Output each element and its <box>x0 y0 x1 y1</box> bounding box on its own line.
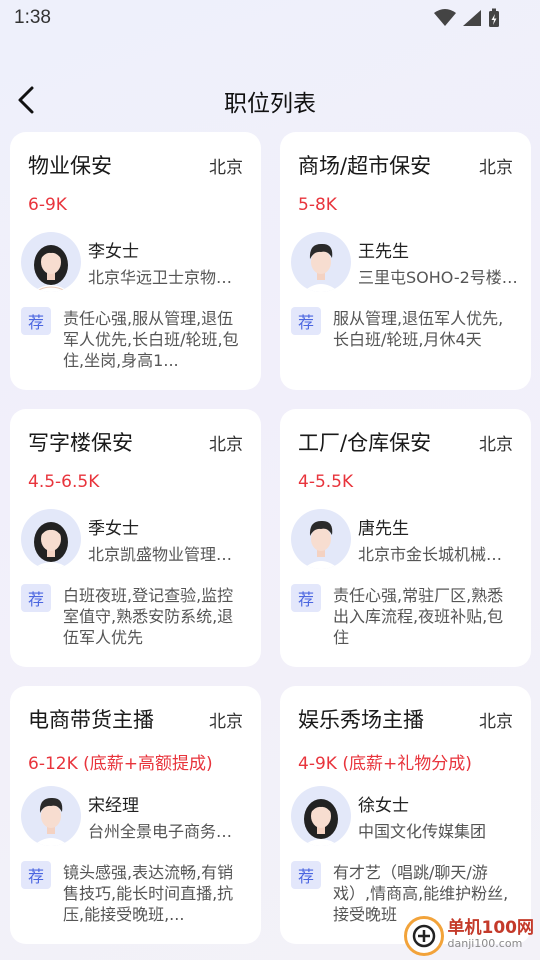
male-avatar-icon <box>303 520 339 569</box>
company-name: 北京市金长城机械有限公司 <box>358 545 518 564</box>
job-description: 镜头感强,表达流畅,有销售技巧,能长时间直播,抗压,能接受晚班,... <box>63 863 234 924</box>
watermark-text: 单机100网 danji100.com <box>448 920 535 952</box>
avatar-female <box>291 786 351 846</box>
status-icons <box>434 8 500 28</box>
watermark-name: 单机100网 <box>447 918 535 938</box>
job-city: 北京 <box>209 712 243 732</box>
job-city: 北京 <box>479 712 513 732</box>
status-time: 1:38 <box>14 7 51 28</box>
watermark-logo-icon <box>403 916 444 956</box>
avatar-male <box>291 509 351 569</box>
job-city: 北京 <box>479 435 513 455</box>
job-description: 责任心强,常驻厂区,熟悉出入库流程,夜班补贴,包住 <box>333 586 504 647</box>
job-title: 工厂/仓库保安 <box>298 431 432 455</box>
recommend-tag: 荐 <box>21 861 51 889</box>
job-description: 服从管理,退伍军人优先,长白班/轮班,月休4天 <box>333 309 504 349</box>
job-city: 北京 <box>209 435 243 455</box>
job-city: 北京 <box>209 158 243 178</box>
battery-icon <box>489 8 499 27</box>
job-card[interactable]: 商场/超市保安 北京 5-8K 王先生 三里屯SOHO-2号楼物业 荐 服从管理… <box>280 132 531 390</box>
contact-name: 季女士 <box>88 519 139 539</box>
job-title: 娱乐秀场主播 <box>298 708 424 732</box>
male-avatar-icon <box>303 243 339 292</box>
female-avatar-icon <box>33 245 69 292</box>
job-salary: 4-9K (底薪+礼物分成) <box>298 754 472 774</box>
job-salary: 4.5-6.5K <box>28 472 100 492</box>
contact-name: 宋经理 <box>88 796 139 816</box>
company-name: 台州全景电子商务有限公司 <box>88 822 248 841</box>
avatar-female <box>21 509 81 569</box>
job-title: 写字楼保安 <box>28 431 133 455</box>
signal-icon <box>463 10 481 26</box>
job-salary: 6-12K (底薪+高额提成) <box>28 754 213 774</box>
company-name: 北京华远卫士京物业管理有限公司 <box>88 268 248 287</box>
recommend-tag: 荐 <box>21 584 51 612</box>
contact-name: 唐先生 <box>358 519 409 539</box>
job-card[interactable]: 娱乐秀场主播 北京 4-9K (底薪+礼物分成) 徐女士 中国文化传媒集团 荐 … <box>280 686 531 944</box>
watermark: 单机100网 danji100.com <box>403 916 535 956</box>
avatar-male <box>21 786 81 846</box>
recommend-tag: 荐 <box>291 307 321 335</box>
job-description: 责任心强,服从管理,退伍军人优先,长白班/轮班,包住,坐岗,身高1... <box>63 309 239 370</box>
job-card[interactable]: 工厂/仓库保安 北京 4-5.5K 唐先生 北京市金长城机械有限公司 荐 责任心… <box>280 409 531 667</box>
recommend-tag: 荐 <box>21 307 51 335</box>
male-avatar-icon <box>33 797 69 846</box>
contact-name: 徐女士 <box>358 796 409 816</box>
job-card[interactable]: 写字楼保安 北京 4.5-6.5K 季女士 北京凯盛物业管理有限公司 荐 白班夜… <box>10 409 261 667</box>
job-salary: 5-8K <box>298 195 337 215</box>
page-title: 职位列表 <box>224 91 316 117</box>
company-name: 中国文化传媒集团 <box>358 822 487 841</box>
job-card[interactable]: 物业保安 北京 6-9K 李女士 北京华远卫士京物业管理有限公司 荐 责任心强,… <box>10 132 261 390</box>
recommend-tag: 荐 <box>291 584 321 612</box>
job-card[interactable]: 电商带货主播 北京 6-12K (底薪+高额提成) 宋经理 台州全景电子商务有限… <box>10 686 261 944</box>
wifi-icon <box>434 9 456 26</box>
female-avatar-icon <box>33 522 69 569</box>
job-title: 商场/超市保安 <box>298 154 432 178</box>
avatar-male <box>291 232 351 292</box>
job-title: 物业保安 <box>28 154 112 178</box>
status-bar: 1:38 <box>0 0 540 36</box>
watermark-url: danji100.com <box>447 937 523 950</box>
job-title: 电商带货主播 <box>28 708 154 732</box>
job-salary: 4-5.5K <box>298 472 354 492</box>
female-avatar-icon <box>303 799 339 846</box>
job-city: 北京 <box>479 158 513 178</box>
page-header: 职位列表 <box>0 78 540 122</box>
contact-name: 王先生 <box>358 242 409 262</box>
recommend-tag: 荐 <box>291 861 321 889</box>
job-description: 白班夜班,登记查验,监控室值守,熟悉安防系统,退伍军人优先 <box>63 586 234 647</box>
company-name: 北京凯盛物业管理有限公司 <box>88 545 248 564</box>
avatar-female <box>21 232 81 292</box>
contact-name: 李女士 <box>88 242 139 262</box>
company-name: 三里屯SOHO-2号楼物业 <box>358 268 518 287</box>
job-salary: 6-9K <box>28 195 67 215</box>
